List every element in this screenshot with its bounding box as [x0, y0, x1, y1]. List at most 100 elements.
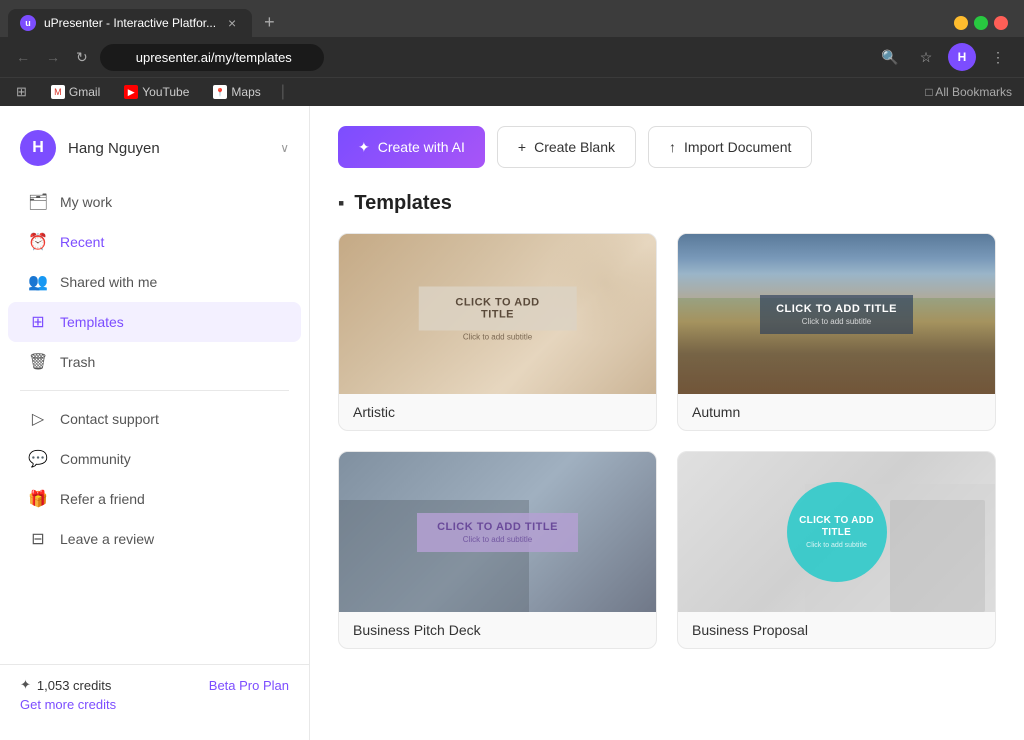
profile-button[interactable]: H [948, 43, 976, 71]
credits-icon: ✦ [20, 677, 31, 693]
proposal-circle: CLICK TO ADD TITLE Click to add subtitle [787, 482, 887, 582]
pitch-subtitle-text: Click to add subtitle [437, 535, 558, 544]
create-blank-button[interactable]: + Create Blank [497, 126, 636, 168]
app-layout: H Hang Nguyen ∨ 🗂 My work ⏰ Recent 👥 Sha… [0, 106, 1024, 740]
template-label-artistic: Artistic [339, 394, 656, 430]
section-icon: ▪ [338, 193, 344, 214]
tab-title: uPresenter - Interactive Platfor... [44, 16, 216, 30]
sidebar-item-recent[interactable]: ⏰ Recent [8, 222, 301, 262]
maps-label: Maps [231, 85, 260, 99]
bookmarks-separator: | [281, 83, 285, 101]
bookmarks-bar: ⊞ M Gmail ▶ YouTube 📍 Maps | □ All Bookm… [0, 77, 1024, 106]
search-icon-btn[interactable]: 🔍 [876, 43, 904, 71]
close-button[interactable] [994, 16, 1008, 30]
nav-divider [20, 390, 289, 391]
tab-bar: u uPresenter - Interactive Platfor... × … [0, 0, 1024, 37]
sidebar-item-label: My work [60, 194, 112, 210]
sidebar-item-label: Shared with me [60, 274, 157, 290]
create-blank-icon: + [518, 139, 526, 155]
autumn-title-text: CLICK TO ADD TITLE [776, 303, 897, 315]
minimize-button[interactable] [954, 16, 968, 30]
address-input[interactable] [100, 44, 324, 71]
new-tab-button[interactable]: + [256, 8, 283, 37]
refer-icon: 🎁 [28, 489, 48, 509]
sidebar-item-shared[interactable]: 👥 Shared with me [8, 262, 301, 302]
sidebar-item-my-work[interactable]: 🗂 My work [8, 182, 301, 222]
sidebar-item-contact-support[interactable]: ▷ Contact support [8, 399, 301, 439]
recent-icon: ⏰ [28, 232, 48, 252]
user-name: Hang Nguyen [68, 140, 268, 157]
credits-label: ✦ 1,053 credits [20, 677, 111, 693]
template-thumb-pitch: CLICK TO ADD TITLE Click to add subtitle [339, 452, 656, 612]
address-bar-row: ← → ↻ 🔒 🔍 ☆ H ⋮ [0, 37, 1024, 77]
more-options-button[interactable]: ⋮ [984, 43, 1012, 71]
template-card-autumn[interactable]: CLICK TO ADD TITLE Click to add subtitle… [677, 233, 996, 431]
refresh-button[interactable]: ↻ [72, 45, 92, 70]
template-card-proposal[interactable]: CLICK TO ADD TITLE Click to add subtitle… [677, 451, 996, 649]
sidebar-item-label: Contact support [60, 411, 159, 427]
credits-value: 1,053 credits [37, 678, 111, 693]
pitch-title-box: CLICK TO ADD TITLE Click to add subtitle [417, 513, 578, 552]
chevron-down-icon: ∨ [280, 141, 289, 155]
apps-button[interactable]: ⊞ [12, 82, 31, 102]
bookmark-youtube[interactable]: ▶ YouTube [120, 83, 193, 101]
sidebar-item-label: Recent [60, 234, 104, 250]
autumn-overlay: CLICK TO ADD TITLE Click to add subtitle [678, 234, 995, 394]
template-thumb-autumn: CLICK TO ADD TITLE Click to add subtitle [678, 234, 995, 394]
all-bookmarks-button[interactable]: □ All Bookmarks [925, 85, 1012, 99]
sidebar: H Hang Nguyen ∨ 🗂 My work ⏰ Recent 👥 Sha… [0, 106, 310, 740]
import-label: Import Document [684, 139, 791, 155]
active-tab[interactable]: u uPresenter - Interactive Platfor... × [8, 9, 252, 37]
review-icon: ⊟ [28, 529, 48, 549]
artistic-title-overlay: CLICK TO ADD TITLE Click to add subtitle [418, 287, 577, 342]
sidebar-item-label: Leave a review [60, 531, 154, 547]
proposal-overlay: CLICK TO ADD TITLE Click to add subtitle [678, 452, 995, 612]
templates-icon: ⊞ [28, 312, 48, 332]
credits-row: ✦ 1,053 credits Beta Pro Plan [20, 677, 289, 693]
bookmark-gmail[interactable]: M Gmail [47, 83, 104, 101]
tab-close-button[interactable]: × [224, 15, 240, 31]
sidebar-item-label: Trash [60, 354, 95, 370]
autumn-subtitle-text: Click to add subtitle [776, 317, 897, 326]
user-section[interactable]: H Hang Nguyen ∨ [0, 122, 309, 182]
artistic-subtitle-text: Click to add subtitle [418, 333, 577, 342]
sidebar-item-label: Templates [60, 314, 124, 330]
gmail-label: Gmail [69, 85, 100, 99]
template-label-autumn: Autumn [678, 394, 995, 430]
sidebar-footer: ✦ 1,053 credits Beta Pro Plan Get more c… [0, 664, 309, 724]
create-blank-label: Create Blank [534, 139, 615, 155]
create-with-ai-button[interactable]: ✦ Create with AI [338, 126, 485, 168]
template-card-pitch[interactable]: CLICK TO ADD TITLE Click to add subtitle… [338, 451, 657, 649]
pitch-overlay: CLICK TO ADD TITLE Click to add subtitle [339, 452, 656, 612]
bookmark-maps[interactable]: 📍 Maps [209, 83, 264, 101]
proposal-title-text: CLICK TO ADD TITLE [795, 515, 879, 539]
sidebar-item-label: Community [60, 451, 131, 467]
beta-plan-link[interactable]: Beta Pro Plan [209, 678, 289, 693]
browser-chrome: u uPresenter - Interactive Platfor... × … [0, 0, 1024, 106]
sidebar-item-community[interactable]: 💬 Community [8, 439, 301, 479]
templates-grid: CLICK TO ADD TITLE Click to add subtitle… [338, 233, 996, 649]
create-ai-label: Create with AI [378, 139, 465, 155]
artistic-title-text: CLICK TO ADD TITLE [418, 287, 577, 331]
main-content: ✦ Create with AI + Create Blank ↑ Import… [310, 106, 1024, 740]
youtube-favicon: ▶ [124, 85, 138, 99]
bookmark-star-button[interactable]: ☆ [912, 43, 940, 71]
create-ai-icon: ✦ [358, 139, 370, 156]
avatar: H [20, 130, 56, 166]
forward-button[interactable]: → [42, 45, 64, 69]
get-credits-link[interactable]: Get more credits [20, 697, 289, 712]
sidebar-item-templates[interactable]: ⊞ Templates [8, 302, 301, 342]
proposal-subtitle-text: Click to add subtitle [806, 542, 867, 549]
sidebar-item-refer[interactable]: 🎁 Refer a friend [8, 479, 301, 519]
sidebar-item-trash[interactable]: 🗑 Trash [8, 342, 301, 382]
sidebar-item-review[interactable]: ⊟ Leave a review [8, 519, 301, 559]
import-document-button[interactable]: ↑ Import Document [648, 126, 812, 168]
import-icon: ↑ [669, 139, 676, 155]
contact-icon: ▷ [28, 409, 48, 429]
tab-favicon: u [20, 15, 36, 31]
template-card-artistic[interactable]: CLICK TO ADD TITLE Click to add subtitle… [338, 233, 657, 431]
maximize-button[interactable] [974, 16, 988, 30]
autumn-title: CLICK TO ADD TITLE Click to add subtitle [760, 295, 913, 334]
back-button[interactable]: ← [12, 45, 34, 69]
action-buttons: ✦ Create with AI + Create Blank ↑ Import… [338, 126, 996, 168]
